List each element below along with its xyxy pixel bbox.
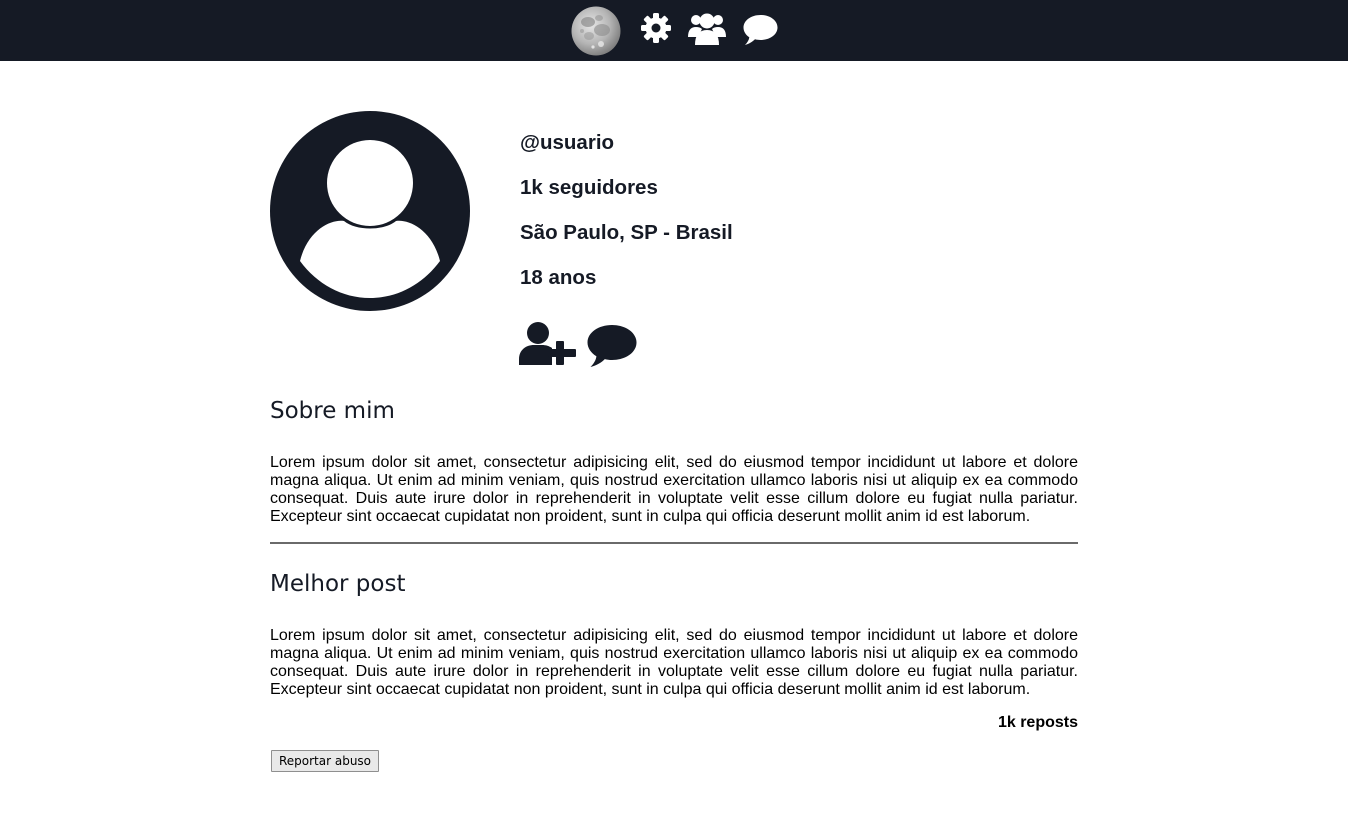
best-post-title: Melhor post <box>270 571 406 597</box>
top-navbar <box>0 0 1348 61</box>
username: @usuario <box>520 131 615 154</box>
section-divider <box>270 542 1078 544</box>
age: 18 anos <box>520 266 597 289</box>
user-avatar-icon <box>270 111 470 311</box>
users-icon[interactable] <box>688 11 726 45</box>
followers-count: 1k seguidores <box>520 176 658 199</box>
message-icon[interactable] <box>587 324 637 368</box>
chat-icon[interactable] <box>743 14 778 46</box>
gear-icon[interactable] <box>640 12 672 44</box>
about-title: Sobre mim <box>270 398 395 424</box>
report-abuse-button[interactable]: Reportar abuso <box>271 750 379 772</box>
moon-icon[interactable] <box>571 6 621 56</box>
location: São Paulo, SP - Brasil <box>520 221 733 244</box>
best-post-text: Lorem ipsum dolor sit amet, consectetur … <box>270 627 1078 698</box>
about-text: Lorem ipsum dolor sit amet, consectetur … <box>270 454 1078 525</box>
add-user-icon[interactable] <box>519 321 576 365</box>
reposts-count: 1k reposts <box>997 714 1078 731</box>
